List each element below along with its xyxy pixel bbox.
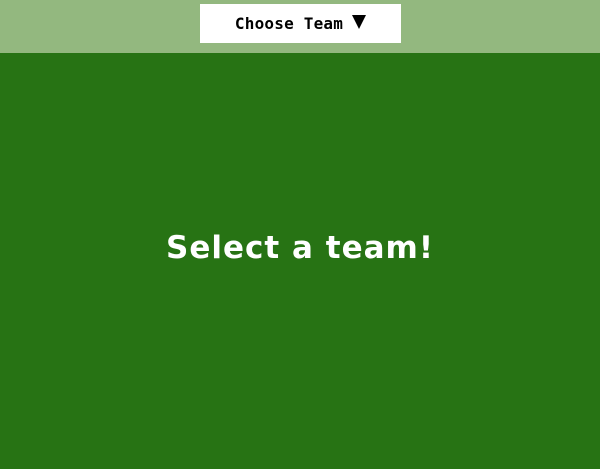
choose-team-dropdown[interactable]: Choose Team bbox=[200, 4, 401, 43]
select-team-message: Select a team! bbox=[166, 230, 434, 266]
top-bar: Choose Team bbox=[0, 0, 600, 53]
caret-down-icon bbox=[352, 14, 367, 29]
app-window: Choose Team Select a team! bbox=[0, 0, 600, 469]
choose-team-label: Choose Team bbox=[234, 14, 344, 33]
